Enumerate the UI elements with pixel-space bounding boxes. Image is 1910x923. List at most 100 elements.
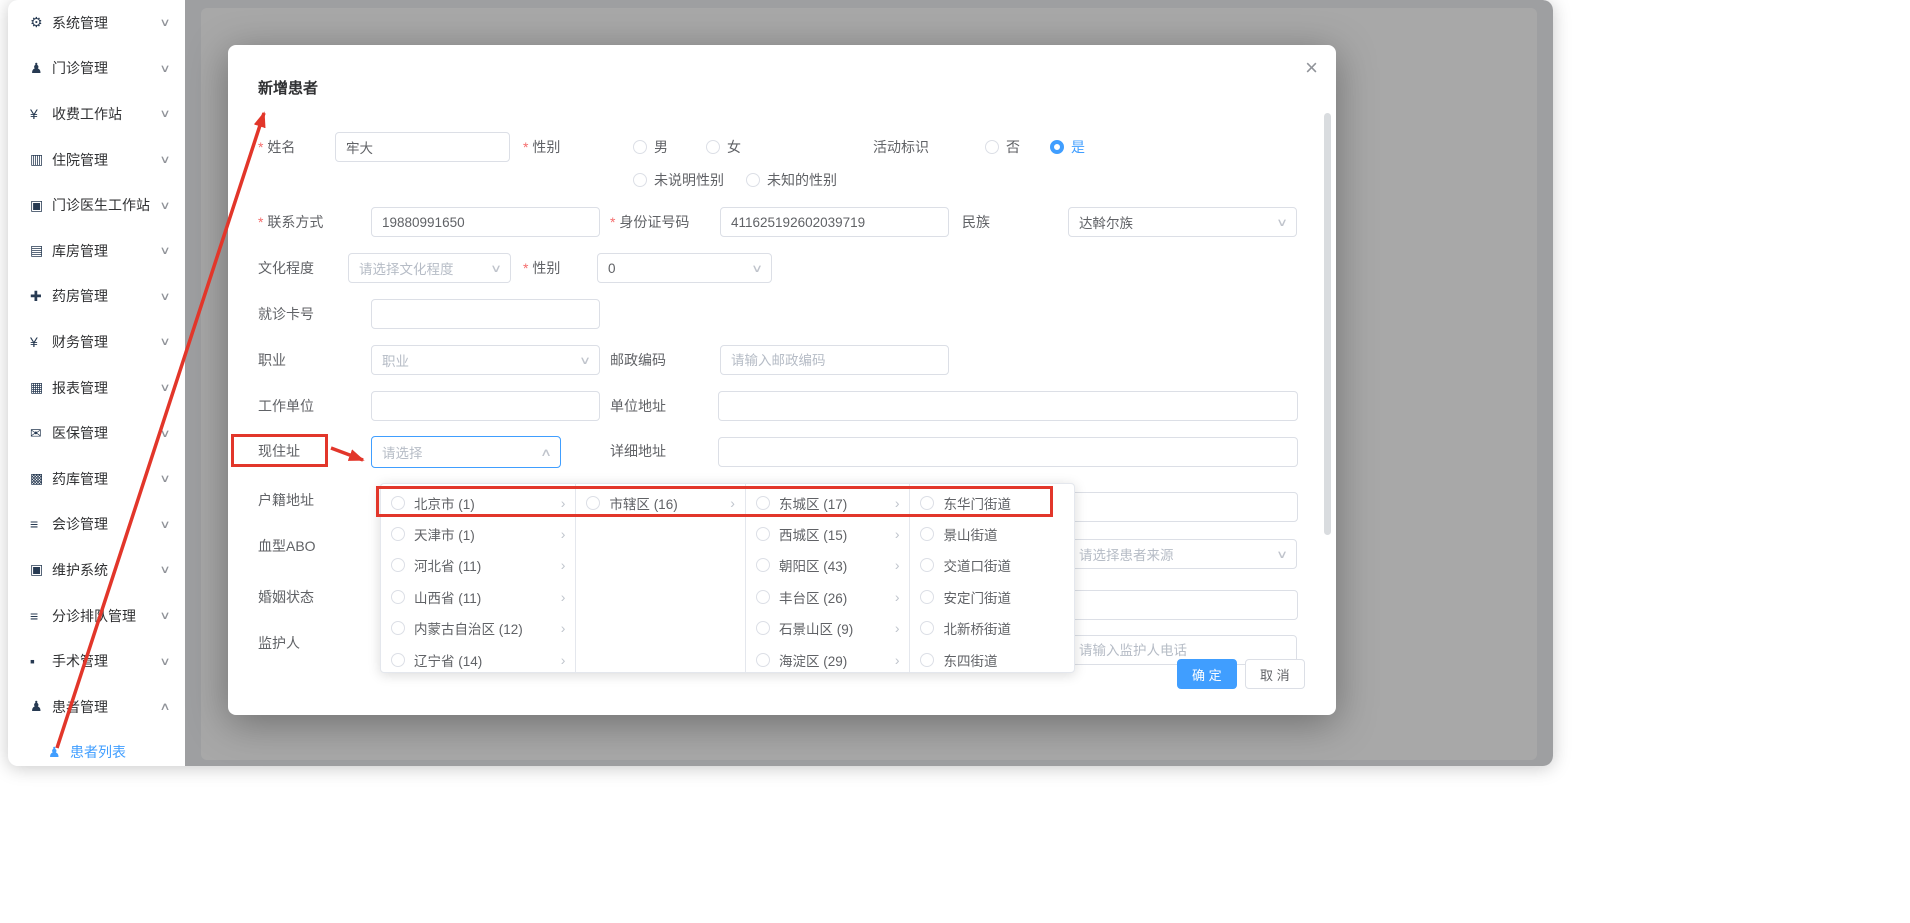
cascader-street-option[interactable]: 交道口街道: [910, 550, 1074, 581]
cascader-city-column: 市辖区 (16) ›: [576, 484, 746, 672]
chevron-icon: ∨: [159, 290, 170, 303]
chevron-right-icon: ›: [895, 557, 900, 573]
radio-dot: [920, 496, 934, 510]
sidebar-menu-item[interactable]: ≡ 分诊排队管理 ∨: [8, 593, 185, 639]
cascader-district-option[interactable]: 西城区 (15) ›: [746, 518, 910, 549]
menu-icon: ♟: [30, 60, 52, 77]
sidebar-menu-item[interactable]: ▩ 药库管理 ∨: [8, 456, 185, 502]
radio-dot: [756, 527, 770, 541]
sidebar: ⚙ 系统管理 ∨ ♟ 门诊管理 ∨ ¥ 收费工作站 ∨ ▥ 住院管理: [8, 0, 185, 766]
sidebar-menu-item[interactable]: ▣ 维护系统 ∨: [8, 547, 185, 593]
patient-source-select[interactable]: 请选择患者来源 ∨: [1068, 539, 1297, 569]
gender-unexplained-radio[interactable]: 未说明性别: [633, 165, 724, 195]
sidebar-menu-item[interactable]: ⚙ 系统管理 ∨: [8, 0, 185, 46]
chevron-right-icon: ›: [561, 557, 566, 573]
cascader-province-option[interactable]: 北京市 (1) ›: [381, 487, 575, 518]
sidebar-menu-item[interactable]: ♟ 患者管理 ∧: [8, 684, 185, 730]
radio-dot: [391, 558, 405, 572]
cascader-district-option[interactable]: 东城区 (17) ›: [746, 487, 910, 518]
menu-icon: ▣: [30, 197, 52, 214]
menu-icon: ≡: [30, 608, 52, 624]
sidebar-menu-item[interactable]: ▤ 库房管理 ∨: [8, 228, 185, 274]
cascader-province-option[interactable]: 内蒙古自治区 (12) ›: [381, 613, 575, 644]
address-cascader-dropdown: 北京市 (1) › 天津市 (1) › 河北省 (11) › 山西省 (11) …: [380, 483, 1075, 673]
cascader-city-option[interactable]: 市辖区 (16) ›: [576, 487, 745, 518]
visit-card-input[interactable]: [371, 299, 600, 329]
chevron-icon: ∨: [159, 335, 170, 348]
chevron-icon: ∨: [159, 563, 170, 576]
menu-icon: ¥: [30, 106, 52, 122]
cascader-district-option[interactable]: 海淀区 (29) ›: [746, 644, 910, 672]
id-card-label: 身份证号码: [610, 207, 689, 237]
gender2-label: 性别: [523, 253, 560, 283]
dialog-scrollbar[interactable]: [1324, 113, 1331, 535]
id-card-input[interactable]: [720, 207, 949, 237]
cancel-button[interactable]: 取 消: [1245, 659, 1305, 689]
cascader-street-option[interactable]: 景山街道: [910, 518, 1074, 549]
detail-addr-input[interactable]: [718, 437, 1298, 467]
sidebar-menu-item[interactable]: ♟ 门诊管理 ∨: [8, 46, 185, 92]
close-icon[interactable]: ×: [1305, 57, 1318, 79]
education-label: 文化程度: [258, 253, 314, 283]
cascader-district-option[interactable]: 石景山区 (9) ›: [746, 613, 910, 644]
ethnic-label: 民族: [962, 207, 990, 237]
contact-input[interactable]: [371, 207, 600, 237]
chevron-icon: ∨: [159, 427, 170, 440]
chevron-icon: ∨: [159, 16, 170, 29]
chevron-right-icon: ›: [895, 589, 900, 605]
active-no-radio[interactable]: 否: [985, 132, 1020, 162]
gender-male-radio[interactable]: 男: [633, 132, 668, 162]
sidebar-menu-item[interactable]: ▣ 门诊医生工作站 ∨: [8, 182, 185, 228]
cascader-district-option[interactable]: 朝阳区 (43) ›: [746, 550, 910, 581]
postcode-input[interactable]: [720, 345, 949, 375]
radio-dot: [391, 621, 405, 635]
confirm-button[interactable]: 确 定: [1177, 659, 1237, 689]
sidebar-item-patient-list[interactable]: ♟ 患者列表: [8, 730, 185, 767]
sidebar-menu-item[interactable]: ✚ 药房管理 ∨: [8, 274, 185, 320]
cascader-province-option[interactable]: 山西省 (11) ›: [381, 581, 575, 612]
radio-dot: [706, 140, 720, 154]
cascader-street-option[interactable]: 东华门街道: [910, 487, 1074, 518]
name-input[interactable]: [335, 132, 510, 162]
active-yes-radio[interactable]: 是: [1050, 132, 1085, 162]
cascader-province-option[interactable]: 辽宁省 (14) ›: [381, 644, 575, 672]
current-address-cascader[interactable]: 请选择 ∧: [371, 436, 561, 468]
unit-addr-input[interactable]: [718, 391, 1298, 421]
patient-icon: ♟: [48, 744, 70, 761]
cascader-street-option[interactable]: 北新桥街道: [910, 613, 1074, 644]
sidebar-menu-item[interactable]: ▦ 报表管理 ∨: [8, 365, 185, 411]
menu-icon: ▩: [30, 470, 52, 487]
gender-unknown-radio[interactable]: 未知的性别: [746, 165, 837, 195]
cascader-street-option[interactable]: 安定门街道: [910, 581, 1074, 612]
guardian-label: 监护人: [258, 628, 300, 658]
menu-icon: ≡: [30, 516, 52, 532]
sidebar-menu-item[interactable]: ¥ 财务管理 ∨: [8, 319, 185, 365]
cur-addr-label: 现住址: [258, 436, 300, 466]
work-unit-input[interactable]: [371, 391, 600, 421]
cascader-province-option[interactable]: 河北省 (11) ›: [381, 550, 575, 581]
radio-dot: [391, 653, 405, 667]
home-addr-label: 户籍地址: [258, 485, 314, 515]
sidebar-menu-item[interactable]: ▥ 住院管理 ∨: [8, 137, 185, 183]
chevron-right-icon: ›: [730, 495, 735, 511]
chevron-icon: ∨: [159, 153, 170, 166]
occupation-select[interactable]: 职业 ∨: [371, 345, 600, 375]
chevron-down-icon: ∨: [1276, 216, 1288, 229]
radio-dot: [920, 653, 934, 667]
screen: 病人名称 起始时间 ▦ 开始日期 - 结束日期 搜索 ↻ 重置 + 新增 ↻ 身…: [0, 0, 1910, 923]
menu-icon: ▦: [30, 379, 52, 396]
radio-dot: [756, 496, 770, 510]
education-select[interactable]: 请选择文化程度 ∨: [348, 253, 511, 283]
ethnic-select[interactable]: 达斡尔族 ∨: [1068, 207, 1297, 237]
contact-label: 联系方式: [258, 207, 323, 237]
chevron-right-icon: ›: [561, 526, 566, 542]
sidebar-menu-item[interactable]: ▪ 手术管理 ∨: [8, 638, 185, 684]
gender-female-radio[interactable]: 女: [706, 132, 741, 162]
cascader-province-option[interactable]: 天津市 (1) ›: [381, 518, 575, 549]
gender2-select[interactable]: 0 ∨: [597, 253, 772, 283]
sidebar-menu-item[interactable]: ≡ 会诊管理 ∨: [8, 502, 185, 548]
cascader-district-option[interactable]: 丰台区 (26) ›: [746, 581, 910, 612]
sidebar-menu-item[interactable]: ✉ 医保管理 ∨: [8, 410, 185, 456]
cascader-street-option[interactable]: 东四街道: [910, 644, 1074, 672]
sidebar-menu-item[interactable]: ¥ 收费工作站 ∨: [8, 91, 185, 137]
